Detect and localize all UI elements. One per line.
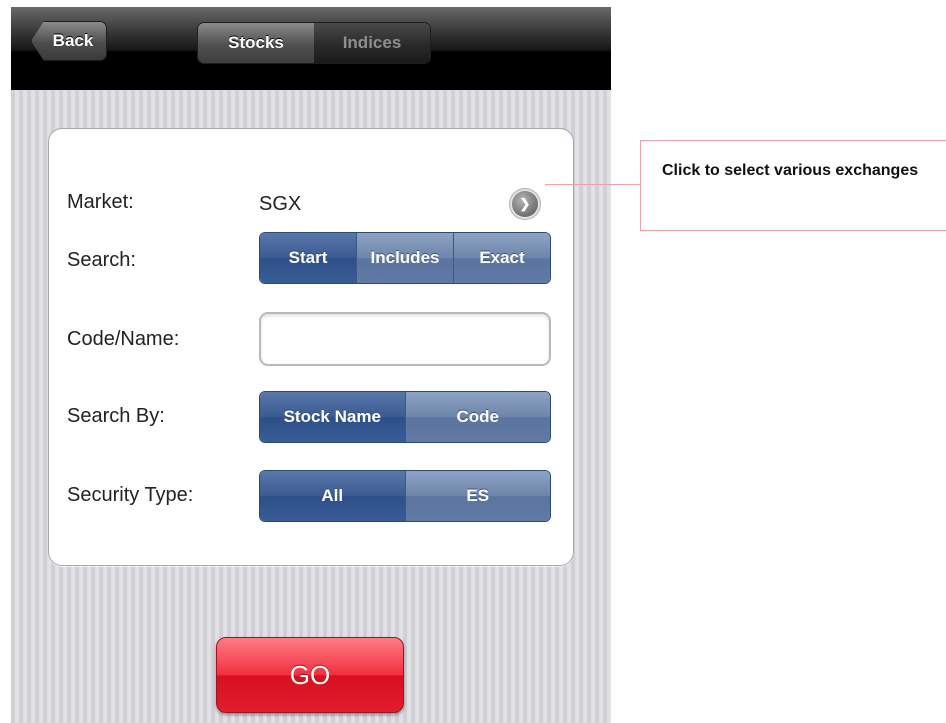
code-name-input[interactable] xyxy=(259,312,551,366)
tab-indices[interactable]: Indices xyxy=(314,23,430,63)
search-option-includes[interactable]: Includes xyxy=(356,233,453,283)
stocks-indices-segmented-control: Stocks Indices xyxy=(197,22,431,64)
security-type-label: Security Type: xyxy=(67,484,194,506)
search-by-stock-name[interactable]: Stock Name xyxy=(260,392,405,442)
search-mode-segmented-control: Start Includes Exact xyxy=(259,232,551,284)
security-type-es[interactable]: ES xyxy=(404,471,550,521)
search-option-exact[interactable]: Exact xyxy=(453,233,550,283)
callout-box: Click to select various exchanges xyxy=(640,140,946,231)
callout-text: Click to select various exchanges xyxy=(662,162,919,179)
screenshot-root: Back Stocks Indices Market: SGX ❯ Search… xyxy=(0,0,946,723)
back-button[interactable]: Back xyxy=(31,21,107,61)
code-name-label: Code/Name: xyxy=(67,328,180,350)
search-by-code[interactable]: Code xyxy=(404,392,550,442)
chevron-right-circle-icon[interactable]: ❯ xyxy=(512,191,538,217)
market-label: Market: xyxy=(67,191,134,213)
search-option-start[interactable]: Start xyxy=(260,233,356,283)
search-by-label: Search By: xyxy=(67,405,165,427)
tab-stocks[interactable]: Stocks xyxy=(198,23,314,63)
callout-leader-line xyxy=(545,184,641,185)
navigation-bar: Back Stocks Indices xyxy=(11,7,611,90)
search-label: Search: xyxy=(67,249,136,271)
search-form-panel: Market: SGX ❯ Search: Start Includes Exa… xyxy=(48,128,574,566)
security-type-all[interactable]: All xyxy=(260,471,405,521)
market-value[interactable]: SGX xyxy=(259,193,301,216)
go-button[interactable]: GO xyxy=(216,637,404,713)
security-type-segmented-control: All ES xyxy=(259,470,551,522)
phone-screen: Back Stocks Indices Market: SGX ❯ Search… xyxy=(11,7,611,723)
search-by-segmented-control: Stock Name Code xyxy=(259,391,551,443)
